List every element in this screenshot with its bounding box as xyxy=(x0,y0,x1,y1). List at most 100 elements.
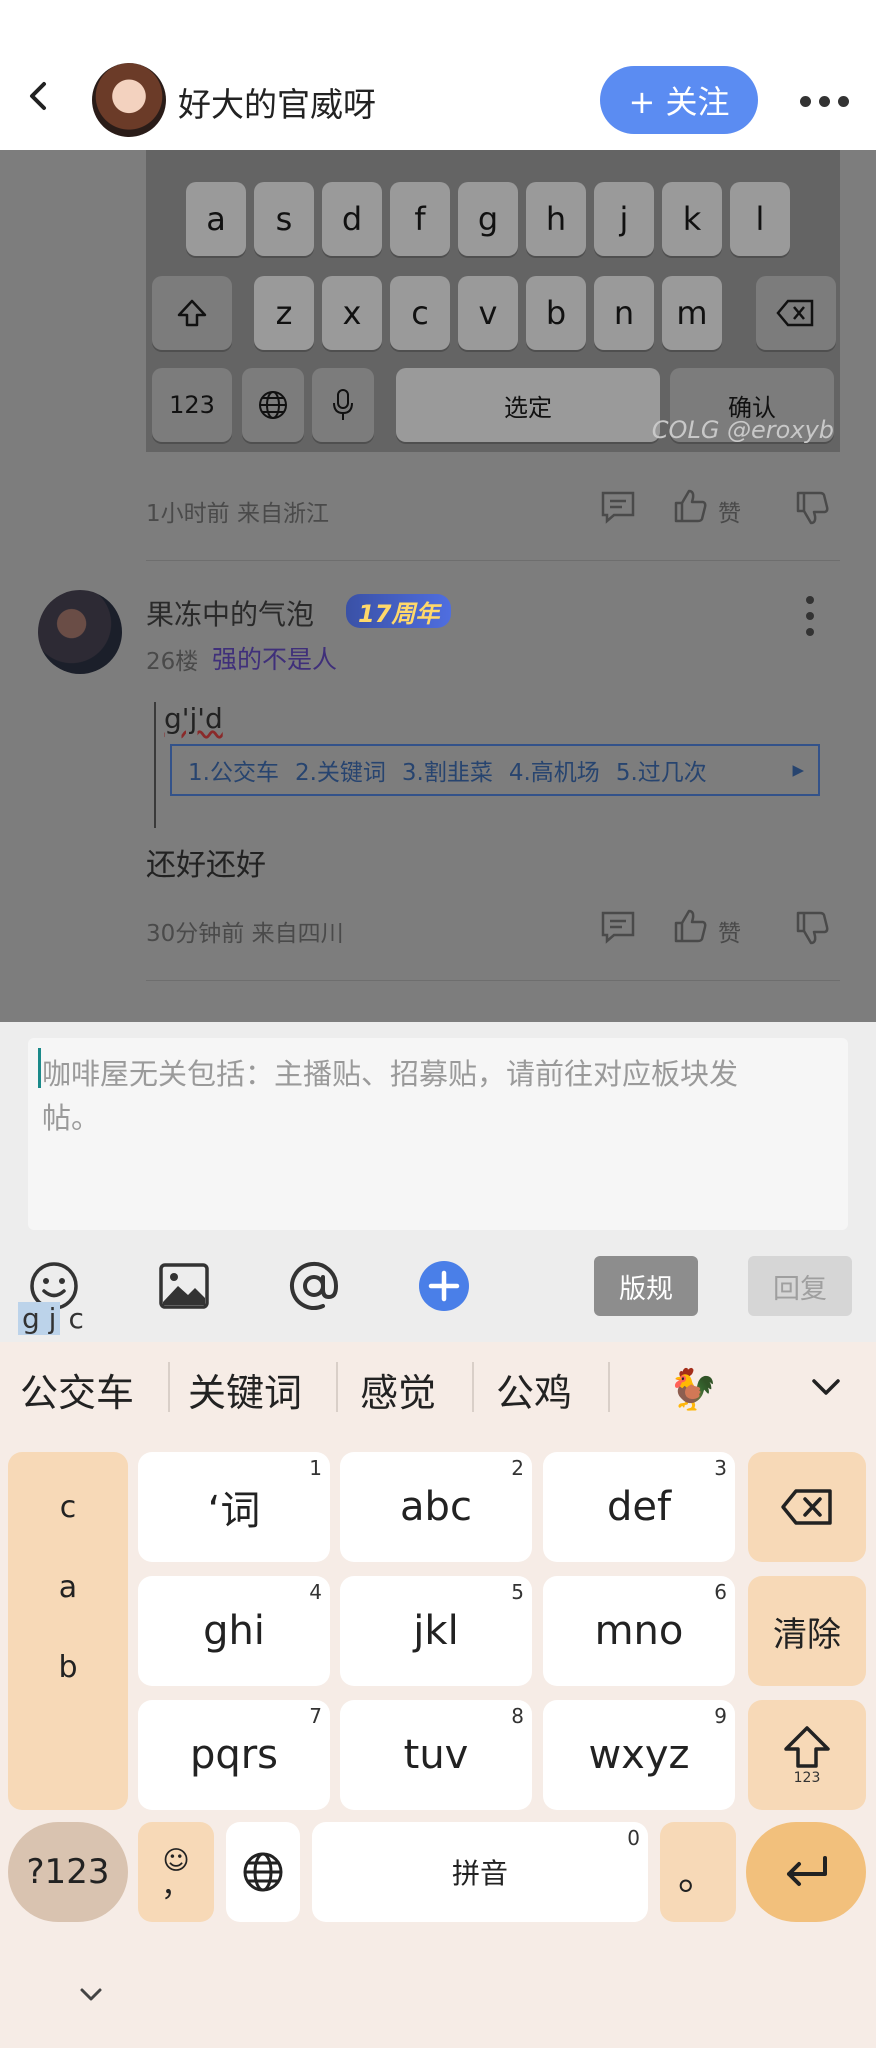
comment-more-icon[interactable] xyxy=(800,596,820,636)
image-key: j xyxy=(594,182,654,256)
image-key: s xyxy=(254,182,314,256)
image-key: k xyxy=(662,182,722,256)
key-4[interactable]: ghi 4 xyxy=(138,1576,330,1686)
key-2[interactable]: abc 2 xyxy=(340,1452,532,1562)
dislike-icon[interactable] xyxy=(794,910,830,950)
key-label: pqrs xyxy=(189,1732,279,1778)
composing-text: g j c xyxy=(18,1298,84,1338)
like-icon[interactable] xyxy=(672,908,708,948)
image-backspace-icon xyxy=(756,276,836,350)
image-globe-icon xyxy=(242,368,304,442)
author-avatar[interactable] xyxy=(92,63,166,137)
key-5[interactable]: jkl 5 xyxy=(340,1576,532,1686)
placeholder-line: 咖啡屋无关包括：主播贴、招募贴，请前往对应板块发 xyxy=(42,1057,739,1091)
follow-button[interactable]: + 关注 xyxy=(600,66,758,134)
emoji-comma-key[interactable]: ☺ ， xyxy=(138,1822,214,1922)
image-key: h xyxy=(526,182,586,256)
expand-candidates-icon[interactable] xyxy=(808,1372,844,1406)
key-label: abc xyxy=(400,1484,472,1530)
key-number: 4 xyxy=(309,1580,322,1604)
dislike-icon[interactable] xyxy=(794,490,830,530)
key-label: ghi xyxy=(203,1608,265,1654)
image-key: m xyxy=(662,276,722,350)
backspace-key[interactable] xyxy=(748,1452,866,1562)
more-options-icon[interactable] xyxy=(800,86,854,116)
key-6[interactable]: mno 6 xyxy=(543,1576,735,1686)
like-icon[interactable] xyxy=(672,488,708,528)
top-bar: 好大的官威呀 + 关注 xyxy=(0,0,876,150)
enter-key[interactable] xyxy=(746,1822,866,1922)
key-1[interactable]: ‘词 1 xyxy=(138,1452,330,1562)
mention-icon[interactable] xyxy=(286,1258,342,1314)
image-watermark: COLG @eroxyb xyxy=(651,416,834,444)
ime-candidate[interactable]: 公交车 xyxy=(20,1358,134,1420)
thread-content[interactable]: a s d f g h j k l z x c v b n m 123 选定 确… xyxy=(0,150,876,1022)
comment-icon[interactable] xyxy=(600,490,636,528)
clear-key[interactable]: 清除 xyxy=(748,1576,866,1686)
key-label: ‘词 xyxy=(207,1488,261,1534)
comment-body: 还好还好 xyxy=(146,848,266,883)
ime-keyboard xyxy=(0,1342,876,2048)
syllable-option[interactable]: a xyxy=(8,1570,128,1605)
image-key: b xyxy=(526,276,586,350)
candidate: 3.割韭菜 xyxy=(401,760,493,786)
username[interactable]: 果冻中的气泡 xyxy=(146,593,314,633)
key-3[interactable]: def 3 xyxy=(543,1452,735,1562)
key-7[interactable]: pqrs 7 xyxy=(138,1700,330,1810)
image-123-key: 123 xyxy=(152,368,232,442)
ime-candidate[interactable]: 感觉 xyxy=(360,1358,436,1420)
placeholder-line: 帖。 xyxy=(42,1101,101,1135)
key-9[interactable]: wxyz 9 xyxy=(543,1700,735,1810)
user-avatar[interactable] xyxy=(38,590,122,674)
like-label[interactable]: 赞 xyxy=(718,494,741,528)
ime-candidate[interactable]: 关键词 xyxy=(188,1358,302,1420)
syllable-option[interactable]: c xyxy=(8,1490,128,1525)
period-key[interactable]: 。 xyxy=(660,1822,736,1922)
language-switch-key[interactable] xyxy=(226,1822,300,1922)
candidate-divider xyxy=(608,1362,610,1412)
comma-label: ， xyxy=(161,1869,191,1904)
globe-icon xyxy=(243,1852,283,1892)
add-icon[interactable] xyxy=(416,1258,472,1314)
reply-button[interactable]: 回复 xyxy=(748,1256,852,1316)
syllable-option[interactable]: b xyxy=(8,1650,128,1685)
enter-icon xyxy=(787,1856,827,1886)
image-key: z xyxy=(254,276,314,350)
candidate: 4.高机场 xyxy=(508,760,600,786)
space-key[interactable]: 拼音 0 xyxy=(312,1822,648,1922)
image-key: l xyxy=(730,182,790,256)
reply-input[interactable]: 咖啡屋无关包括：主播贴、招募贴，请前往对应板块发 帖。 xyxy=(28,1038,848,1230)
author-name[interactable]: 好大的官威呀 xyxy=(178,78,376,126)
divider xyxy=(146,980,840,981)
back-icon[interactable] xyxy=(22,78,58,114)
space-label: 拼音 xyxy=(451,1857,508,1890)
key-label: jkl xyxy=(413,1608,459,1654)
key-label: mno xyxy=(594,1608,684,1654)
rooster-emoji-candidate[interactable]: 🐓 xyxy=(668,1358,718,1420)
image-key: c xyxy=(390,276,450,350)
composing-rest: c xyxy=(68,1301,84,1335)
post-meta: 30分钟前 来自四川 xyxy=(146,921,344,947)
image-icon[interactable] xyxy=(156,1258,212,1314)
rules-button[interactable]: 版规 xyxy=(594,1256,698,1316)
typed-pinyin: g'j'd xyxy=(164,702,223,735)
quote-bar xyxy=(154,702,156,828)
key-label: def xyxy=(606,1484,672,1530)
image-key: v xyxy=(458,276,518,350)
key-number: 6 xyxy=(714,1580,727,1604)
hide-keyboard-icon[interactable] xyxy=(74,1982,108,2012)
comment-icon[interactable] xyxy=(600,910,636,948)
ime-candidate[interactable]: 公鸡 xyxy=(496,1358,572,1420)
key-8[interactable]: tuv 8 xyxy=(340,1700,532,1810)
symbols-key[interactable]: ?123 xyxy=(8,1822,128,1922)
shift-key[interactable]: 123 xyxy=(748,1700,866,1810)
user-tag[interactable]: 强的不是人 xyxy=(212,640,337,676)
anniversary-badge: 17周年 xyxy=(346,594,452,628)
like-label[interactable]: 赞 xyxy=(718,914,741,948)
candidate: 2.关键词 xyxy=(294,760,386,786)
post-image[interactable]: a s d f g h j k l z x c v b n m 123 选定 确… xyxy=(146,150,840,452)
key-number: 9 xyxy=(714,1704,727,1728)
post-meta: 1小时前 来自浙江 xyxy=(146,501,329,527)
image-key: n xyxy=(594,276,654,350)
candidate-arrow-icon: ▸ xyxy=(792,757,804,783)
